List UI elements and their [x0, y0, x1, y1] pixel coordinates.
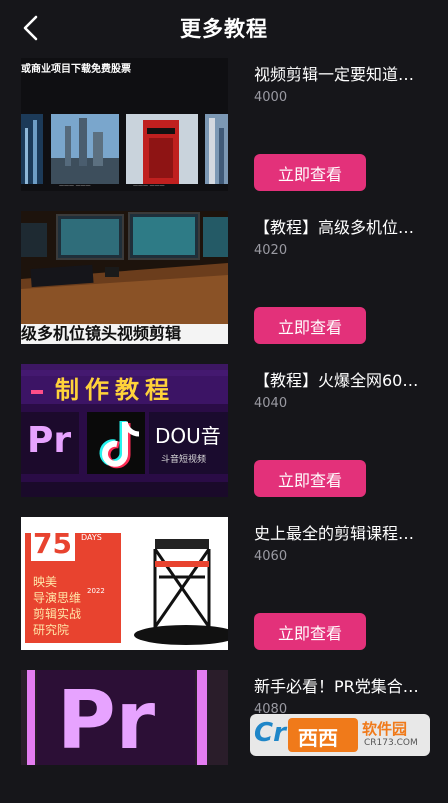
- thumbnail[interactable]: 级多机位镜头视频剪辑: [21, 211, 228, 344]
- thumbnail-days: DAYS: [81, 533, 102, 542]
- thumbnail-line-2: 导演思维: [33, 591, 82, 605]
- list-item[interactable]: 制作教程 Pr DOU音 斗音短视频 【教程】火爆全网60… 4040 立即查看: [0, 364, 448, 497]
- city-collage-image: ——— ——— ——— ———: [21, 114, 228, 189]
- view-count: 4060: [254, 549, 288, 564]
- view-count: 4040: [254, 396, 288, 411]
- view-count: 4020: [254, 243, 288, 258]
- item-title[interactable]: 【教程】火爆全网60…: [254, 367, 434, 391]
- thumbnail-brand: DOU音: [155, 424, 221, 448]
- thumbnail-number: 75: [33, 527, 72, 560]
- thumbnail-line-1: 映美: [33, 575, 58, 589]
- thumbnail-banner: 级多机位镜头视频剪辑: [21, 324, 228, 344]
- premiere-logo: Pr: [57, 674, 156, 766]
- thumbnail-line-3: 剪辑实战: [33, 607, 82, 621]
- thumbnail[interactable]: 制作教程 Pr DOU音 斗音短视频: [21, 364, 228, 497]
- view-now-button[interactable]: 立即查看: [254, 307, 366, 344]
- page-title: 更多教程: [180, 17, 268, 41]
- thumbnail-line-4: 研究院: [33, 623, 70, 637]
- watermark-name: 软件园: [362, 720, 408, 738]
- site-watermark: Cr 西西 软件园 CR173.COM: [250, 714, 430, 756]
- view-now-button[interactable]: 立即查看: [254, 613, 366, 650]
- list-item[interactable]: 或商业项目下载免费股票 ——— ——— ——— ——— 视频剪辑一定要知道… 4…: [0, 58, 448, 191]
- thumbnail-heading: 制作教程: [55, 376, 175, 404]
- watermark-logo: Cr: [254, 718, 286, 748]
- header: 更多教程: [0, 0, 448, 58]
- view-now-button[interactable]: 立即查看: [254, 154, 366, 191]
- watermark-domain: CR173.COM: [364, 738, 418, 748]
- item-title[interactable]: 【教程】高级多机位…: [254, 214, 434, 238]
- item-title[interactable]: 新手必看！PR党集合…: [254, 673, 434, 697]
- thumbnail[interactable]: Pr: [21, 670, 228, 765]
- watermark-brand: 西西: [298, 726, 338, 750]
- view-count: 4000: [254, 90, 288, 105]
- premiere-logo: Pr: [27, 420, 72, 461]
- thumbnail-subtitle: 斗音短视频: [161, 455, 207, 465]
- item-title[interactable]: 史上最全的剪辑课程…: [254, 520, 434, 544]
- svg-text:——— ———: ——— ———: [59, 183, 91, 189]
- list-item[interactable]: 75 DAYS 2022 映美 导演思维 剪辑实战 研究院 史上最全的剪辑课程……: [0, 517, 448, 650]
- thumbnail[interactable]: 或商业项目下载免费股票 ——— ——— ——— ———: [21, 58, 228, 191]
- thumbnail[interactable]: 75 DAYS 2022 映美 导演思维 剪辑实战 研究院: [21, 517, 228, 650]
- svg-text:——— ———: ——— ———: [133, 183, 165, 189]
- thumbnail-year: 2022: [87, 587, 105, 595]
- list-item[interactable]: 级多机位镜头视频剪辑 【教程】高级多机位… 4020 立即查看: [0, 211, 448, 344]
- item-title[interactable]: 视频剪辑一定要知道…: [254, 61, 434, 85]
- view-now-button[interactable]: 立即查看: [254, 460, 366, 497]
